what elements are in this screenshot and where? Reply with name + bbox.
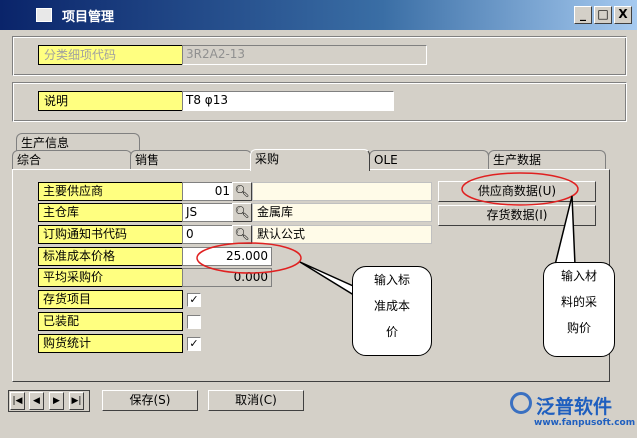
brand-url: www.fanpusoft.com bbox=[534, 418, 636, 428]
callout-material-price-line: 购价 bbox=[566, 321, 591, 335]
tab-purchasing[interactable]: 采购 bbox=[250, 149, 370, 171]
callout-std-cost: 输入标 准成本 价 bbox=[352, 266, 432, 356]
callout-material-price-line: 料的采 bbox=[560, 295, 597, 309]
brand-name: 泛普软件 bbox=[536, 396, 613, 418]
annotation-overlay bbox=[196, 172, 579, 302]
first-record-icon[interactable]: |◀ bbox=[10, 392, 25, 410]
save-button[interactable]: 保存(S) bbox=[102, 390, 198, 411]
callout-material-price: 输入材 料的采 购价 bbox=[543, 262, 615, 357]
prev-record-icon[interactable]: ◀ bbox=[29, 392, 44, 410]
brand-logo-icon bbox=[510, 392, 532, 414]
callout-material-price-pointer bbox=[554, 195, 576, 266]
callout-std-cost-line: 准成本 bbox=[373, 299, 410, 313]
std-cost-highlight-ellipse bbox=[196, 242, 302, 274]
next-record-icon[interactable]: ▶ bbox=[49, 392, 64, 410]
cancel-button[interactable]: 取消(C) bbox=[208, 390, 304, 411]
callout-std-cost-line: 价 bbox=[385, 325, 398, 339]
last-record-icon[interactable]: ▶| bbox=[69, 392, 84, 410]
callout-material-price-line: 输入材 bbox=[560, 269, 597, 283]
supplier-data-highlight-ellipse bbox=[461, 172, 579, 206]
callout-std-cost-line: 输入标 bbox=[373, 273, 410, 287]
